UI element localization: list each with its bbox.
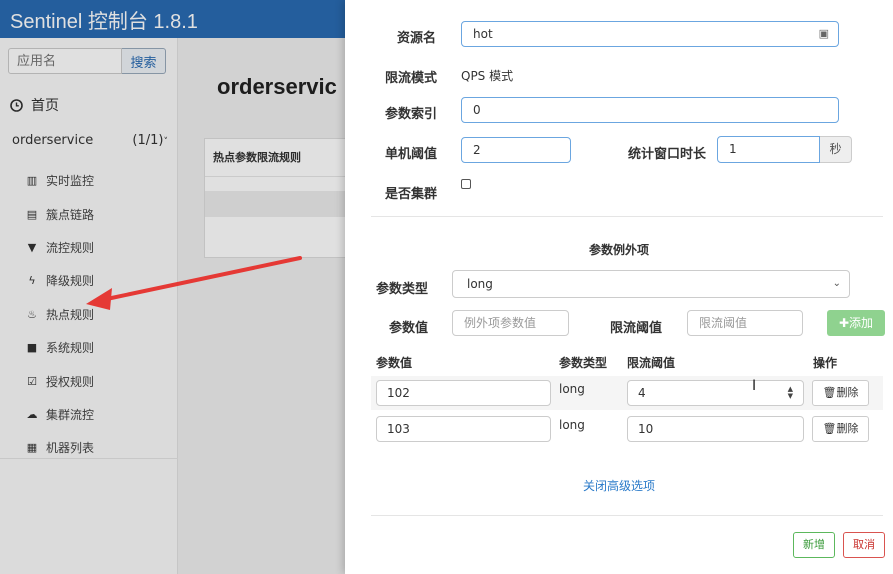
row-limit: 10 [638, 422, 654, 436]
row-value: 102 [387, 386, 410, 400]
trash-icon: 🗑 [822, 422, 837, 435]
resource-input[interactable]: hot ▣ [461, 21, 839, 47]
exception-section-title: 参数例外项 [588, 243, 649, 257]
param-index-input[interactable]: 0 [461, 97, 839, 123]
param-value-input[interactable]: 例外项参数值 [452, 310, 569, 336]
add-button-label: 添加 [849, 316, 874, 330]
limit-label: 限流阈值 [610, 321, 663, 336]
window-unit: 秒 [820, 136, 852, 163]
param-type-value: long [467, 277, 493, 291]
toggle-advanced-link[interactable]: 关闭高级选项 [345, 477, 893, 494]
param-value-placeholder: 例外项参数值 [464, 316, 537, 330]
resource-value: hot [473, 27, 493, 41]
row-value-input[interactable]: 103 [376, 416, 551, 442]
add-exception-button[interactable]: ✚添加 [827, 310, 885, 336]
param-type-label: 参数类型 [376, 282, 429, 297]
param-index-label: 参数索引 [385, 107, 438, 122]
row-limit-input[interactable]: 10 [627, 416, 804, 442]
row-value: 103 [387, 422, 410, 436]
window-value: 1 [729, 142, 737, 156]
delete-row-button[interactable]: 🗑删除 [812, 380, 869, 406]
window-input[interactable]: 1 [717, 136, 820, 163]
chevron-down-icon: ⌄ [832, 278, 841, 289]
cancel-button[interactable]: 取消 [843, 532, 885, 558]
row-limit: 4 [638, 386, 646, 400]
divider [371, 216, 883, 217]
threshold-value: 2 [473, 143, 481, 157]
param-value-label: 参数值 [389, 321, 429, 336]
mode-value: QPS 模式 [461, 69, 514, 83]
column-header-value: 参数值 [376, 356, 413, 370]
delete-label: 删除 [836, 422, 859, 435]
spinner-arrows-icon[interactable]: ▲ ▼ [788, 386, 793, 400]
column-header-type: 参数类型 [559, 356, 608, 370]
row-type: long [559, 382, 585, 396]
param-index-value: 0 [473, 103, 481, 117]
threshold-label: 单机阈值 [385, 147, 438, 162]
delete-row-button[interactable]: 🗑删除 [812, 416, 869, 442]
mode-label: 限流模式 [385, 71, 438, 86]
trash-icon: 🗑 [822, 386, 837, 399]
text-cursor-icon: I [752, 378, 757, 394]
save-button[interactable]: 新增 [793, 532, 835, 558]
delete-label: 删除 [836, 386, 859, 399]
hotspot-rule-dialog: 资源名 hot ▣ 限流模式 QPS 模式 参数索引 0 单机阈值 2 统计窗口… [345, 0, 893, 574]
divider [371, 515, 883, 516]
row-limit-input[interactable]: 4 ▲ ▼ [627, 380, 804, 406]
cluster-checkbox[interactable] [461, 179, 471, 189]
column-header-actions: 操作 [813, 356, 838, 370]
cluster-label: 是否集群 [385, 187, 438, 202]
column-header-limit: 限流阈值 [627, 356, 676, 370]
row-type: long [559, 418, 585, 432]
resource-label: 资源名 [397, 31, 437, 46]
window-label: 统计窗口时长 [628, 147, 707, 162]
autofill-icon: ▣ [818, 27, 829, 40]
limit-input[interactable]: 限流阈值 [687, 310, 803, 336]
threshold-input[interactable]: 2 [461, 137, 571, 163]
param-type-select[interactable]: long ⌄ [452, 270, 850, 298]
plus-icon: ✚ [838, 316, 850, 330]
annotation-arrow [86, 256, 302, 310]
limit-placeholder: 限流阈值 [699, 316, 748, 330]
row-value-input[interactable]: 102 [376, 380, 551, 406]
